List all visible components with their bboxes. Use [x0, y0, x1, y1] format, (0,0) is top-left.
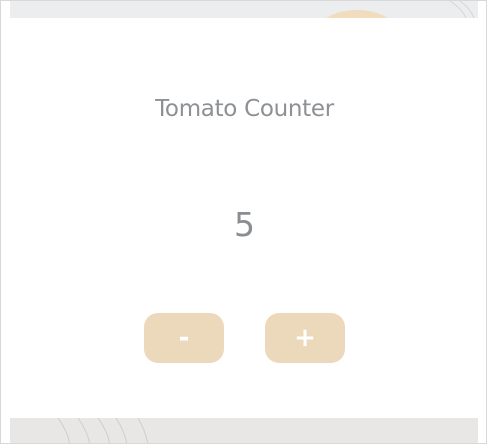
counter-value: 5 — [234, 205, 255, 244]
bottom-decorative-banner — [10, 418, 478, 443]
app-title: Tomato Counter — [155, 96, 334, 122]
bottom-banner-decoration — [57, 418, 149, 443]
increment-button[interactable]: + — [265, 313, 345, 363]
top-decorative-banner — [10, 1, 478, 18]
app-frame: Tomato Counter 5 - + — [0, 0, 487, 444]
decrement-button[interactable]: - — [144, 313, 224, 363]
top-banner-decoration — [326, 1, 475, 18]
